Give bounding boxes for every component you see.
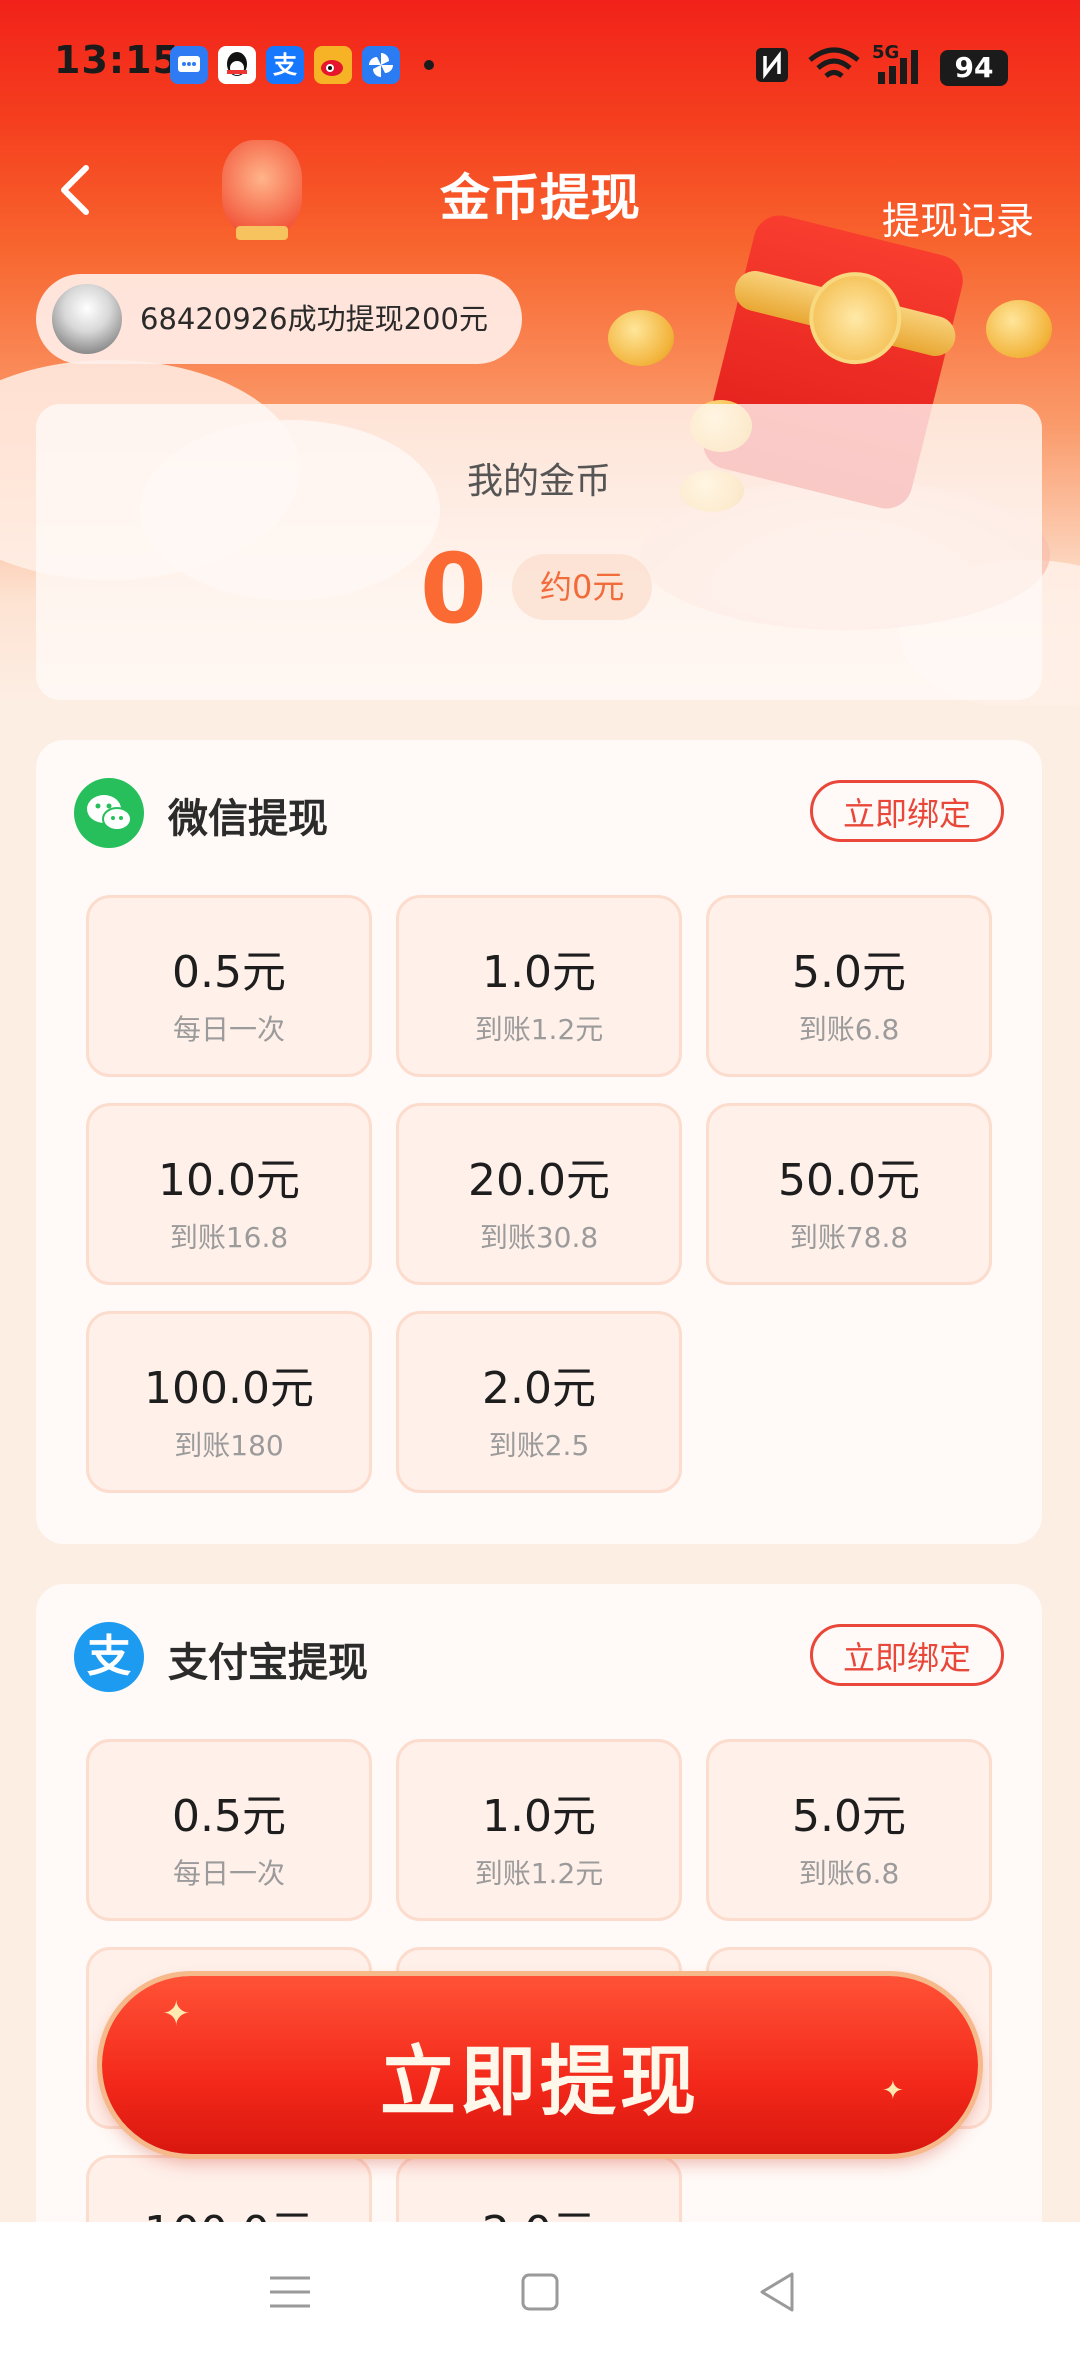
envelope-seal (799, 262, 912, 374)
withdraw-ticker: 68420926成功提现200元 (36, 274, 522, 364)
qq-app-icon (218, 46, 256, 84)
wechat-option-100.0[interactable]: 100.0元 到账180 (86, 1311, 372, 1493)
option-sub: 到账30.8 (479, 1221, 599, 1254)
option-sub: 每日一次 (172, 1013, 285, 1046)
option-sub: 到账2.5 (488, 1429, 590, 1462)
wechat-icon (74, 778, 144, 848)
wechat-option-2.0[interactable]: 2.0元 到账2.5 (396, 1311, 682, 1493)
status-bar: 13:15 支 5G 94 (0, 0, 1080, 130)
wechat-option-1.0[interactable]: 1.0元 到账1.2元 (396, 895, 682, 1077)
clock: 13:15 (54, 38, 180, 82)
coin-approx-value: 约0元 (512, 554, 653, 620)
wechat-withdraw-section: 微信提现 立即绑定 0.5元 每日一次 1.0元 到账1.2元 5.0元 到账6… (36, 740, 1042, 1544)
option-amount: 1.0元 (482, 1791, 596, 1842)
signal-icon (878, 50, 918, 84)
alipay-option-5.0[interactable]: 5.0元 到账6.8 (706, 1739, 992, 1921)
wechat-option-20.0[interactable]: 20.0元 到账30.8 (396, 1103, 682, 1285)
option-amount: 5.0元 (792, 1791, 906, 1842)
option-amount: 5.0元 (792, 947, 906, 998)
ticker-text: 68420926成功提现200元 (140, 302, 488, 336)
option-amount: 50.0元 (778, 1155, 920, 1206)
back-triangle-icon (760, 2272, 794, 2312)
option-amount: 10.0元 (158, 1155, 300, 1206)
menu-icon (270, 2276, 310, 2308)
system-nav-bar (0, 2222, 1080, 2362)
wechat-option-50.0[interactable]: 50.0元 到账78.8 (706, 1103, 992, 1285)
pinwheel-app-icon (362, 46, 400, 84)
option-amount: 20.0元 (468, 1155, 610, 1206)
alipay-section-title: 支付宝提现 (168, 1640, 368, 1686)
alipay-option-0.5[interactable]: 0.5元 每日一次 (86, 1739, 372, 1921)
wechat-option-0.5[interactable]: 0.5元 每日一次 (86, 895, 372, 1077)
alipay-bind-button[interactable]: 立即绑定 (810, 1624, 1004, 1686)
alipay-withdraw-section: 支 支付宝提现 立即绑定 0.5元 每日一次 1.0元 到账1.2元 5.0元 … (36, 1584, 1042, 2337)
option-sub: 到账16.8 (169, 1221, 289, 1254)
wechat-bind-button[interactable]: 立即绑定 (810, 780, 1004, 842)
option-amount: 0.5元 (172, 947, 286, 998)
withdraw-now-button[interactable]: ✦ ✦ 立即提现 (102, 1976, 978, 2154)
wechat-section-title: 微信提现 (168, 796, 328, 842)
option-sub: 到账6.8 (798, 1013, 900, 1046)
coin-balance-card: 我的金币 0 约0元 (36, 404, 1042, 700)
option-amount: 2.0元 (482, 1363, 596, 1414)
home-nav-button[interactable] (510, 2262, 570, 2322)
menu-nav-button[interactable] (260, 2262, 320, 2322)
option-amount: 0.5元 (172, 1791, 286, 1842)
home-square-icon (521, 2273, 559, 2311)
option-amount: 100.0元 (144, 1363, 314, 1414)
wifi-icon (808, 47, 860, 78)
wechat-option-5.0[interactable]: 5.0元 到账6.8 (706, 895, 992, 1077)
avatar (52, 284, 122, 354)
option-sub: 到账180 (174, 1429, 284, 1462)
wechat-option-10.0[interactable]: 10.0元 到账16.8 (86, 1103, 372, 1285)
option-sub: 到账78.8 (789, 1221, 909, 1254)
nfc-icon (756, 48, 788, 82)
gold-coin-decoration (608, 310, 674, 366)
withdraw-now-label: 立即提现 (380, 2037, 700, 2126)
weibo-app-icon (314, 46, 352, 84)
gold-coin-decoration (986, 300, 1052, 358)
coin-balance-label: 我的金币 (466, 461, 611, 502)
alipay-option-1.0[interactable]: 1.0元 到账1.2元 (396, 1739, 682, 1921)
option-sub: 每日一次 (172, 1857, 285, 1890)
battery-indicator: 94 (940, 50, 1008, 86)
option-amount: 1.0元 (482, 947, 596, 998)
coin-balance-value: 0 (420, 533, 487, 645)
alipay-icon: 支 (74, 1622, 144, 1692)
back-nav-button[interactable] (748, 2262, 808, 2322)
withdraw-history-link[interactable]: 提现记录 (882, 190, 1034, 245)
option-sub: 到账1.2元 (474, 1857, 604, 1890)
option-sub: 到账6.8 (798, 1857, 900, 1890)
message-app-icon (170, 46, 208, 84)
notification-dot (424, 60, 434, 70)
alipay-app-icon: 支 (266, 46, 304, 84)
option-sub: 到账1.2元 (474, 1013, 604, 1046)
